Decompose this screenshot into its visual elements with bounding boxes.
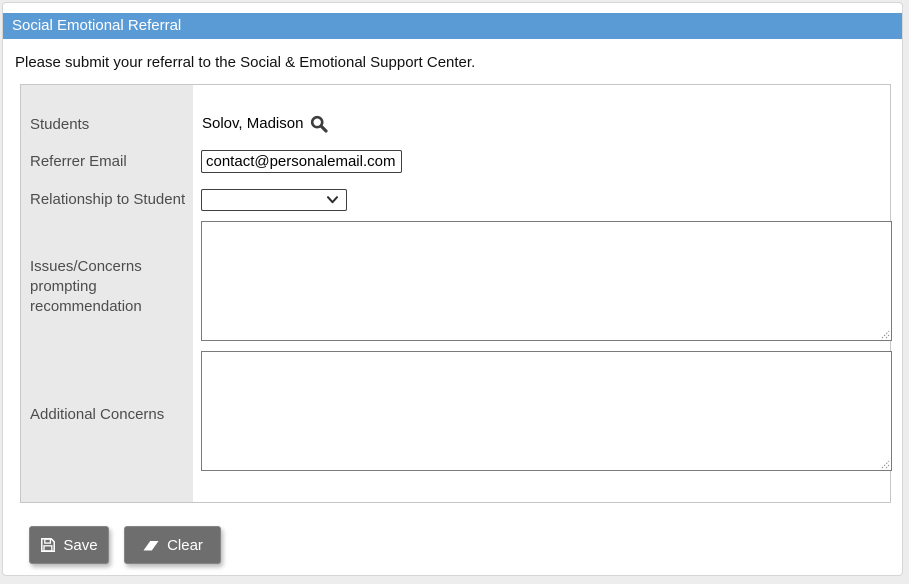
intro-text: Please submit your referral to the Socia… — [15, 54, 475, 71]
students-label: Students — [30, 115, 89, 135]
referral-form: Students Referrer Email Relationship to … — [20, 84, 891, 503]
eraser-icon — [142, 538, 160, 552]
relationship-label: Relationship to Student — [30, 190, 185, 210]
students-value-row: Solov, Madison — [202, 113, 328, 133]
panel-title: Social Emotional Referral — [3, 13, 902, 39]
clear-button-label: Clear — [167, 537, 203, 554]
additional-concerns-textarea[interactable] — [201, 351, 892, 471]
issues-concerns-field — [201, 221, 892, 341]
additional-concerns-label: Additional Concerns — [30, 405, 164, 425]
relationship-select[interactable] — [201, 189, 347, 211]
relationship-select-wrap — [201, 189, 347, 211]
issues-concerns-textarea[interactable] — [201, 221, 892, 341]
referral-panel: Social Emotional Referral Please submit … — [2, 2, 903, 576]
floppy-disk-icon — [40, 537, 56, 553]
search-icon[interactable] — [310, 115, 328, 133]
additional-concerns-field — [201, 351, 892, 471]
clear-button[interactable]: Clear — [124, 526, 221, 564]
referrer-email-input[interactable] — [201, 150, 402, 173]
save-button-label: Save — [63, 537, 97, 554]
label-column: Students Referrer Email Relationship to … — [21, 85, 193, 502]
referrer-email-label: Referrer Email — [30, 152, 127, 172]
students-value: Solov, Madison — [202, 115, 303, 132]
save-button[interactable]: Save — [29, 526, 109, 564]
issues-concerns-label: Issues/Concerns prompting recommendation — [30, 257, 162, 317]
